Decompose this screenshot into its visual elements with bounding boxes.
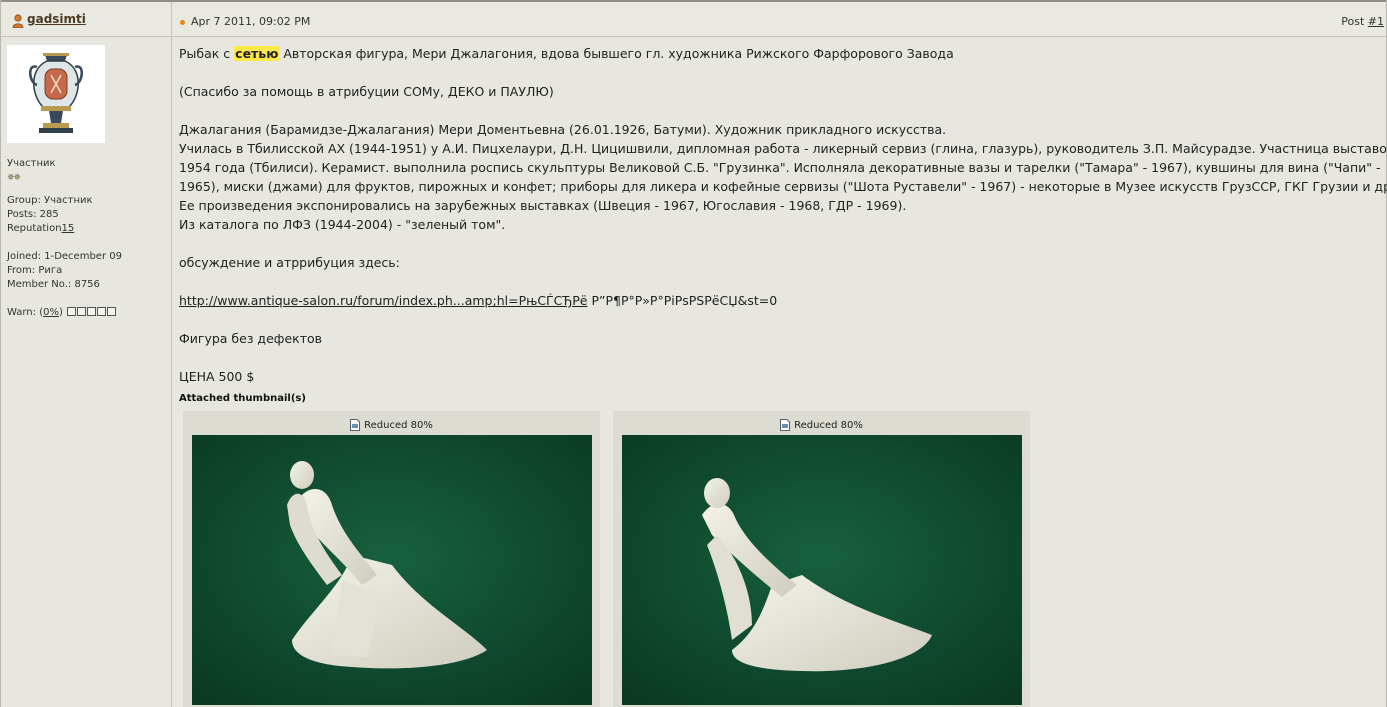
warn-box-icon — [67, 307, 77, 316]
user-rank: Участник ✵✵ — [7, 157, 56, 185]
post-title-line: Рыбак с сетью Авторская фигура, Мери Джа… — [179, 44, 954, 63]
warn-label: Warn: ( — [7, 307, 44, 318]
figurine-photo-1[interactable] — [192, 435, 592, 705]
bio-line: Ее произведения экспонировались на заруб… — [179, 198, 907, 213]
avatar[interactable] — [7, 45, 105, 143]
bullet-icon — [180, 20, 185, 25]
discussion-link[interactable]: http://www.antique-salon.ru/forum/index.… — [179, 293, 587, 308]
user-posts: Posts: 285 — [7, 209, 59, 220]
user-member-no: Member No.: 8756 — [7, 279, 100, 290]
attached-thumbnails-label: Attached thumbnail(s) — [179, 393, 306, 404]
post-condition: Фигура без дефектов — [179, 331, 322, 346]
post-discussion: обсуждение и атррибуция здесь: — [179, 255, 400, 270]
reputation-link[interactable]: 15 — [62, 223, 75, 234]
thumbnail-1[interactable]: Reduced 80% — [183, 411, 600, 707]
link-tail-text: Р”Р¶Р°Р»Р°РіРѕРЅРёСЏ&st=0 — [587, 293, 778, 308]
user-icon — [12, 14, 24, 28]
post-date: Apr 7 2011, 09:02 PM — [191, 15, 311, 28]
user-group: Group: Участник — [7, 195, 93, 206]
user-joined: Joined: 1-December 09 — [7, 251, 122, 262]
bio-line: 1954 года (Тбилиси). Керамист. выполнила… — [179, 160, 1381, 175]
warn-close: ) — [58, 307, 63, 318]
document-icon — [780, 419, 791, 431]
bio-line: Джалагания (Барамидзе-Джалагания) Мери Д… — [179, 122, 947, 137]
post-number-label: Post — [1341, 15, 1368, 28]
bio-line: Из каталога по ЛФЗ (1944-2004) - "зелены… — [179, 217, 506, 232]
discussion-link-line: http://www.antique-salon.ru/forum/index.… — [179, 291, 777, 310]
thumbnail-caption-text: Reduced 80% — [794, 420, 863, 431]
document-icon — [350, 419, 361, 431]
user-details: Joined: 1-December 09 From: Рига Member … — [7, 250, 122, 292]
author-username-link[interactable]: gadsimti — [27, 12, 86, 26]
post-header: gadsimti Apr 7 2011, 09:02 PM Post #1 — [1, 0, 1386, 37]
thumbnail-2[interactable]: Reduced 80% — [613, 411, 1030, 707]
warn-box-icon — [87, 307, 97, 316]
rank-stars-icon: ✵✵ — [7, 173, 21, 183]
warn-box-icon — [97, 307, 107, 316]
search-highlight: сетью — [234, 46, 280, 61]
thumbnail-caption-text: Reduced 80% — [364, 420, 433, 431]
post-text: Рыбак с — [179, 46, 235, 61]
warn-box-icon — [77, 307, 87, 316]
author-cell: gadsimti — [1, 2, 172, 37]
reputation-label: Reputation — [7, 223, 62, 234]
post-text: Авторская фигура, Мери Джалагония, вдова… — [279, 46, 954, 61]
forum-post: gadsimti Apr 7 2011, 09:02 PM Post #1 Уч… — [0, 0, 1387, 707]
warn-box-icon — [107, 307, 117, 316]
post-thanks: (Спасибо за помощь в атрибуции СОМу, ДЕК… — [179, 84, 554, 99]
user-stats: Group: Участник Posts: 285 Reputation15 — [7, 194, 93, 236]
bio-line: 1965), миски (джами) для фруктов, пирожн… — [179, 179, 1387, 194]
post-number-link[interactable]: #1 — [1368, 15, 1384, 28]
bio-line: Училась в Тбилисской АХ (1944-1951) у А.… — [179, 141, 1387, 156]
rank-text: Участник — [7, 158, 56, 169]
thumbnail-caption: Reduced 80% — [183, 419, 600, 431]
post-price: ЦЕНА 500 $ — [179, 369, 255, 384]
user-warn: Warn: (0%) — [7, 306, 117, 320]
post-number: Post #1 — [1341, 15, 1384, 28]
user-info-panel: Участник ✵✵ Group: Участник Posts: 285 R… — [1, 37, 172, 707]
user-from: From: Рига — [7, 265, 63, 276]
warn-value-link[interactable]: 0% — [43, 307, 59, 318]
figurine-photo-2[interactable] — [622, 435, 1022, 705]
thumbnail-caption: Reduced 80% — [613, 419, 1030, 431]
warn-level-boxes — [66, 307, 117, 318]
